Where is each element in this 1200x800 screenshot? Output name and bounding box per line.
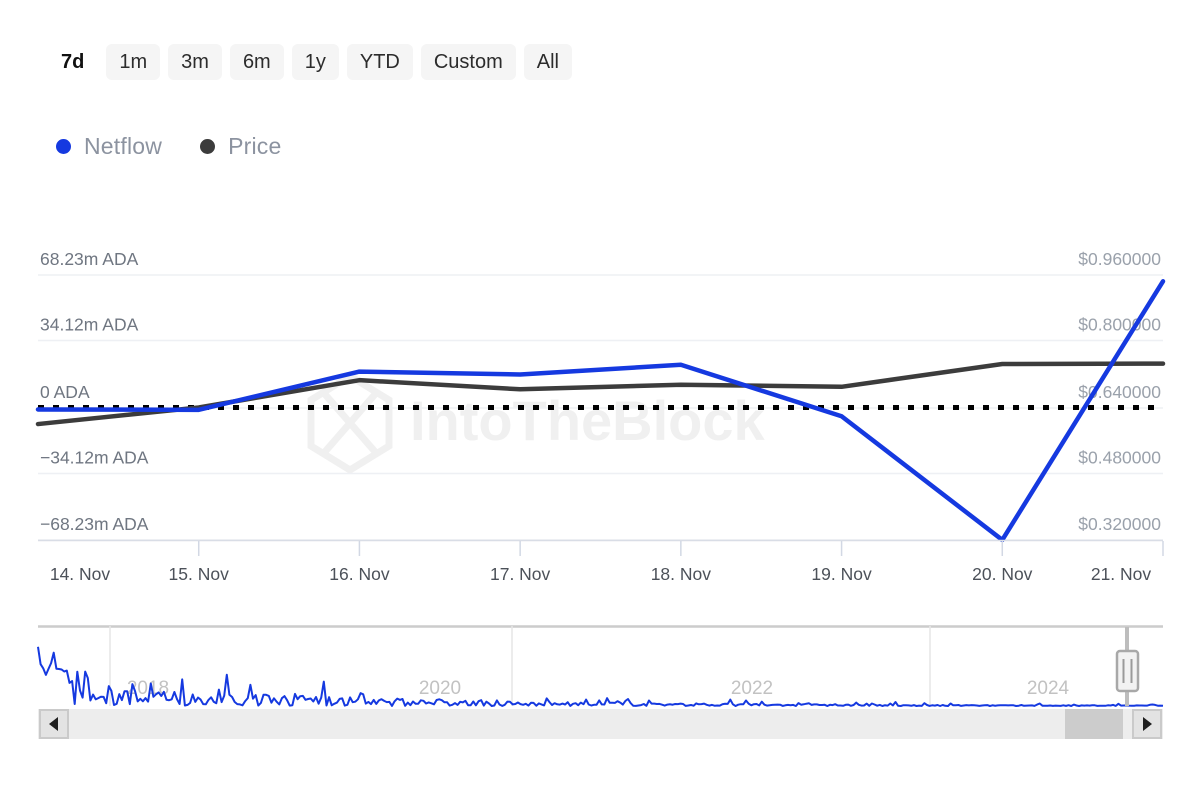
- x-axis-tick-label: 15. Nov: [169, 564, 230, 584]
- right-axis-tick-label: $0.320000: [1078, 514, 1161, 534]
- navigator-year-label: 2022: [731, 678, 773, 699]
- navigator-series: [38, 647, 1163, 706]
- x-axis-tick-label: 19. Nov: [811, 564, 872, 584]
- left-axis-tick-label: −68.23m ADA: [40, 514, 149, 534]
- x-axis-tick-label: 14. Nov: [50, 564, 111, 584]
- navigator[interactable]: 2018202020222024: [38, 626, 1163, 706]
- right-axis-tick-label: $0.960000: [1078, 249, 1161, 269]
- watermark-text: IntoTheBlock: [410, 389, 766, 452]
- x-axis-tick-label: 17. Nov: [490, 564, 551, 584]
- left-axis-tick-label: −34.12m ADA: [40, 448, 149, 468]
- navigator-scrollbar[interactable]: [38, 709, 1163, 739]
- scrollbar-thumb[interactable]: [1065, 709, 1123, 739]
- chart-page: 7d1m3m6m1yYTDCustomAll NetflowPrice Into…: [0, 0, 1200, 800]
- x-axis-tick-label: 21. Nov: [1091, 564, 1152, 584]
- x-axis-ticks: [199, 541, 1163, 556]
- x-axis-labels: 14. Nov 15. Nov 16. Nov 17. Nov 18. Nov 19. N…: [50, 564, 1152, 584]
- scrollbar-right-button[interactable]: [1133, 710, 1161, 738]
- grip-handle-icon[interactable]: [1117, 651, 1138, 691]
- right-axis-labels: $0.960000$0.800000$0.640000$0.480000$0.3…: [1078, 249, 1161, 534]
- left-axis-labels: 68.23m ADA 34.12m ADA 0 ADA −34.12m ADA −68.…: [40, 249, 149, 534]
- navigator-year-label: 2024: [1027, 678, 1070, 699]
- chart-area: IntoTheBlock 68.23m ADA 34.12m ADA 0 ADA −3…: [0, 0, 1200, 800]
- right-axis-tick-label: $0.800000: [1078, 315, 1161, 335]
- x-axis-tick-label: 16. Nov: [329, 564, 390, 584]
- navigator-handle[interactable]: [1117, 627, 1138, 706]
- cube-logo-icon: [311, 376, 389, 470]
- x-axis-tick-label: 18. Nov: [651, 564, 712, 584]
- chart-svg: IntoTheBlock 68.23m ADA 34.12m ADA 0 ADA −3…: [0, 0, 1200, 800]
- right-axis-tick-label: $0.480000: [1078, 448, 1161, 468]
- scrollbar-track[interactable]: [38, 709, 1163, 739]
- navigator-gridlines: [110, 626, 930, 706]
- x-axis-tick-label: 20. Nov: [972, 564, 1033, 584]
- left-axis-tick-label: 0 ADA: [40, 382, 90, 402]
- left-axis-tick-label: 34.12m ADA: [40, 315, 139, 335]
- left-axis-tick-label: 68.23m ADA: [40, 249, 139, 269]
- scrollbar-left-button[interactable]: [40, 710, 68, 738]
- navigator-year-label: 2020: [419, 678, 461, 699]
